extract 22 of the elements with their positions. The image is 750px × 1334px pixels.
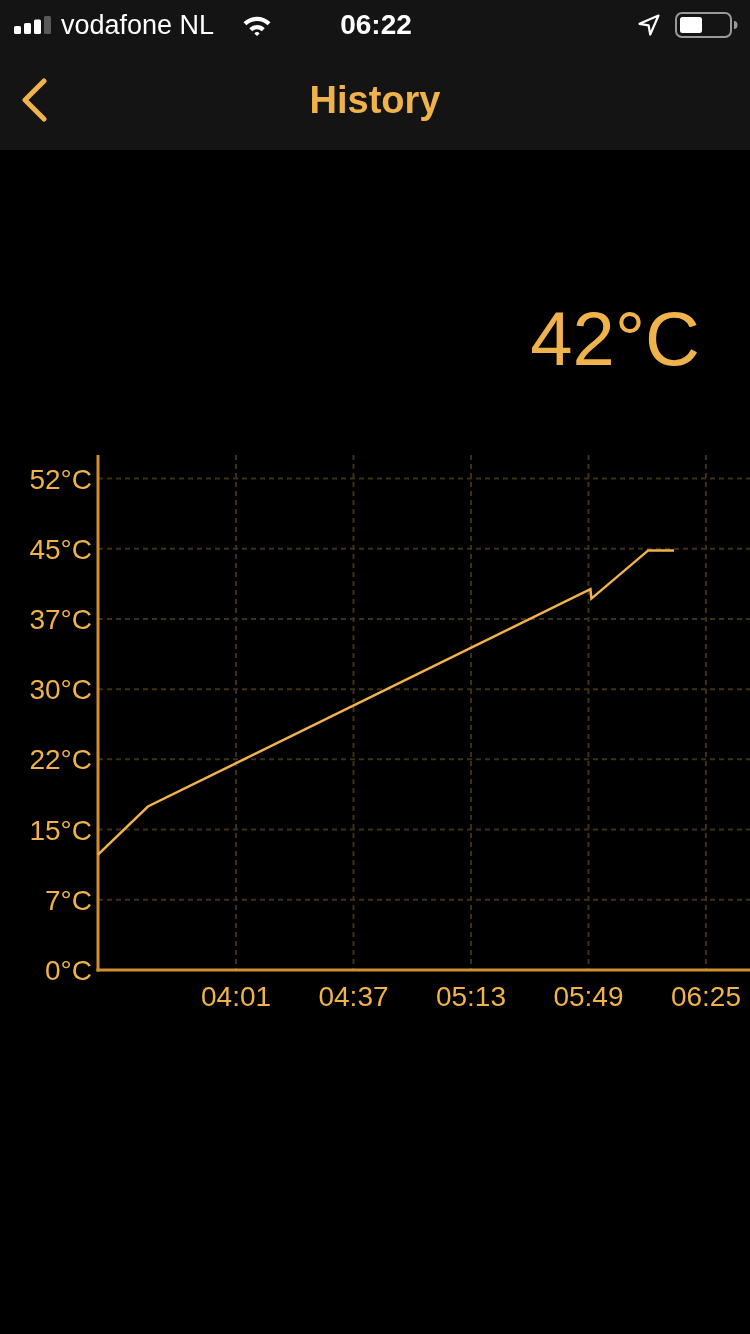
y-tick-label: 52°C	[29, 463, 92, 495]
carrier-name: vodafone NL	[61, 9, 215, 41]
x-tick-label: 06:25	[670, 981, 741, 1012]
nav-title: History	[309, 78, 441, 122]
x-tick-label: 04:01	[201, 981, 272, 1012]
y-tick-label: 22°C	[29, 744, 92, 776]
y-tick-label: 15°C	[29, 814, 92, 846]
signal-icon	[14, 16, 52, 34]
battery-icon	[675, 12, 738, 38]
y-tick-label: 45°C	[29, 533, 92, 565]
y-tick-label: 30°C	[29, 674, 92, 706]
y-tick-label: 0°C	[45, 955, 92, 986]
location-arrow-icon	[638, 14, 660, 36]
y-tick-label: 37°C	[29, 604, 92, 636]
x-tick-label: 05:13	[435, 981, 507, 1012]
x-tick-label: 04:37	[318, 981, 389, 1012]
x-tick-label: 05:49	[553, 981, 624, 1012]
wifi-icon	[242, 14, 273, 36]
chevron-left-icon	[20, 78, 48, 122]
status-time: 06:22	[340, 9, 412, 41]
y-tick-label: 7°C	[45, 884, 92, 916]
current-temperature: 42°C	[530, 301, 700, 377]
